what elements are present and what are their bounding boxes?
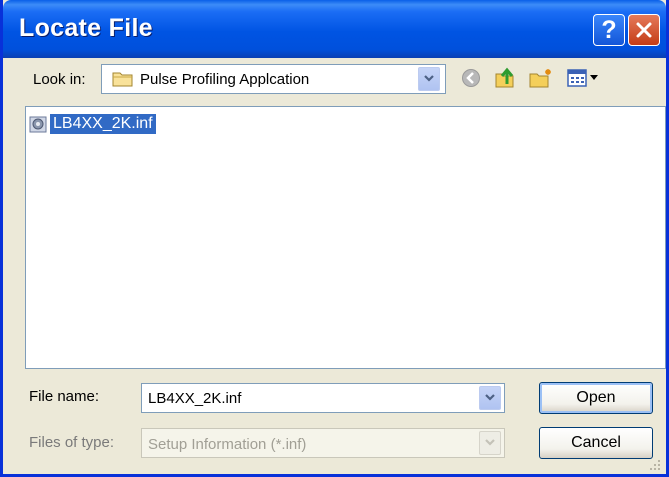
file-type-value: Setup Information (*.inf) [148,436,307,453]
chevron-down-icon [485,439,495,446]
file-name-label: LB4XX_2K.inf [49,113,157,135]
file-name-field[interactable]: LB4XX_2K.inf [141,383,505,413]
look-in-dropdown[interactable]: Pulse Profiling Applcation [101,64,446,94]
file-type-dropdown-button [479,431,501,455]
back-icon[interactable] [459,66,485,90]
locate-file-dialog: Locate File ? Look in: Pulse Profiling A… [0,0,669,477]
file-name-dropdown-button[interactable] [479,386,501,410]
view-menu-icon[interactable] [566,66,606,90]
window-title: Locate File [19,14,153,42]
chevron-down-icon [424,75,434,82]
look-in-label: Look in: [33,71,86,88]
file-type-dropdown: Setup Information (*.inf) [141,428,505,458]
up-folder-icon[interactable] [493,66,519,90]
file-name-value[interactable]: LB4XX_2K.inf [148,390,241,407]
help-button[interactable]: ? [593,14,625,46]
resize-grip-icon[interactable] [648,458,662,472]
setup-file-icon [29,116,47,133]
file-name-label-static: File name: [29,388,100,405]
help-icon: ? [601,15,617,44]
close-icon [636,22,652,38]
open-button[interactable]: Open [539,382,653,414]
folder-icon [112,72,133,87]
cancel-button[interactable]: Cancel [539,427,653,459]
file-list-item[interactable]: LB4XX_2K.inf [28,113,157,135]
title-bar[interactable]: Locate File ? [3,0,666,58]
new-folder-icon[interactable] [528,66,554,90]
look-in-dropdown-button[interactable] [418,67,440,91]
look-in-value: Pulse Profiling Applcation [140,71,310,88]
file-list[interactable]: LB4XX_2K.inf [25,106,666,369]
chevron-down-icon [485,394,495,401]
file-type-label: Files of type: [29,434,115,451]
close-button[interactable] [628,14,660,46]
